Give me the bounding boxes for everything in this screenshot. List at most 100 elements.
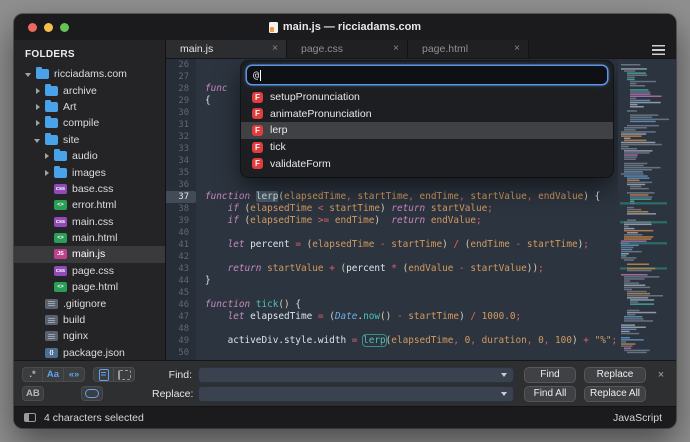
- code-line-50[interactable]: 50: [166, 347, 618, 359]
- code-area[interactable]: 262728func29{3031323334353637function le…: [166, 59, 618, 360]
- close-window-button[interactable]: [28, 23, 37, 32]
- chevron-down-icon[interactable]: [501, 392, 507, 396]
- sidebar-item-error-html[interactable]: <>error.html: [14, 197, 165, 213]
- code-line-40[interactable]: 40: [166, 227, 618, 239]
- config-icon: [45, 331, 58, 341]
- chevron-down-icon[interactable]: [34, 136, 42, 144]
- line-number: 28: [166, 83, 196, 95]
- line-number: 41: [166, 239, 196, 251]
- regex-toggle[interactable]: .*: [22, 367, 43, 382]
- line-number: 31: [166, 119, 196, 131]
- chevron-right-icon[interactable]: [43, 152, 51, 160]
- code-text: let elapsedTime = (Date.now() - startTim…: [196, 311, 521, 323]
- line-number: 36: [166, 179, 196, 191]
- code-line-49[interactable]: 49 activeDiv.style.width = lerp(elapsedT…: [166, 335, 618, 347]
- code-text: if (elapsedTime >= endTime) return endVa…: [196, 215, 482, 227]
- language-mode[interactable]: JavaScript: [613, 412, 662, 424]
- code-line-48[interactable]: 48: [166, 323, 618, 335]
- code-text: [196, 71, 205, 83]
- sidebar-item-gitignore[interactable]: .gitignore: [14, 295, 165, 311]
- code-line-44[interactable]: 44}: [166, 275, 618, 287]
- wrap-around-toggle[interactable]: [114, 367, 135, 382]
- code-line-46[interactable]: 46function tick() {: [166, 299, 618, 311]
- code-line-47[interactable]: 47 let elapsedTime = (Date.now() - start…: [166, 311, 618, 323]
- sidebar-item-main-js[interactable]: JSmain.js: [14, 246, 165, 262]
- sidebar-item-Art[interactable]: Art: [14, 99, 165, 115]
- autocomplete-item-validateForm[interactable]: FvalidateForm: [241, 155, 613, 172]
- sidebar-item-site[interactable]: site: [14, 132, 165, 148]
- sidebar-item-ricciadams-com[interactable]: ricciadams.com: [14, 66, 165, 82]
- sidebar-item-base-css[interactable]: cssbase.css: [14, 181, 165, 197]
- autocomplete-item-setupPronunciation[interactable]: FsetupPronunciation: [241, 89, 613, 106]
- sidebar-item-page-html[interactable]: <>page.html: [14, 279, 165, 295]
- code-line-36[interactable]: 36: [166, 179, 618, 191]
- close-tab-icon[interactable]: ×: [272, 44, 278, 54]
- chevron-down-icon[interactable]: [25, 70, 33, 78]
- close-findbar-icon[interactable]: ×: [654, 369, 668, 381]
- code-text: [196, 287, 205, 299]
- sidebar-item-audio[interactable]: audio: [14, 148, 165, 164]
- html-icon: <>: [54, 282, 67, 292]
- autocomplete-popup: @ FsetupPronunciationFanimatePronunciati…: [241, 61, 613, 177]
- function-icon: F: [252, 142, 263, 153]
- code-line-41[interactable]: 41 let percent = (elapsedTime - startTim…: [166, 239, 618, 251]
- autocomplete-input[interactable]: @: [247, 66, 607, 84]
- smart-quotes-toggle[interactable]: «»: [64, 367, 85, 382]
- tab-page-css[interactable]: page.css×: [287, 40, 408, 58]
- chevron-right-icon[interactable]: [34, 103, 42, 111]
- function-icon: F: [252, 92, 263, 103]
- whole-word-toggle[interactable]: AB: [22, 386, 44, 401]
- code-line-45[interactable]: 45: [166, 287, 618, 299]
- code-text: [196, 119, 205, 131]
- sidebar-item-build[interactable]: build: [14, 312, 165, 328]
- sidebar-item-main-css[interactable]: cssmain.css: [14, 214, 165, 230]
- replace-all-button[interactable]: Replace All: [584, 386, 646, 402]
- folder-icon: [36, 69, 49, 79]
- sidebar-item-compile[interactable]: compile: [14, 115, 165, 131]
- chevron-spacer: [34, 300, 42, 308]
- line-number: 39: [166, 215, 196, 227]
- code-line-43[interactable]: 43 return startValue + (percent * (endVa…: [166, 263, 618, 275]
- chevron-right-icon[interactable]: [34, 119, 42, 127]
- sidebar-item-main-html[interactable]: <>main.html: [14, 230, 165, 246]
- sidebar-item-label: build: [63, 314, 85, 326]
- chevron-right-icon[interactable]: [34, 87, 42, 95]
- close-tab-icon[interactable]: ×: [514, 44, 520, 54]
- chevron-right-icon[interactable]: [43, 169, 51, 177]
- replace-button[interactable]: Replace: [584, 367, 646, 383]
- find-input[interactable]: [198, 367, 514, 383]
- sidebar-item-nginx[interactable]: nginx: [14, 328, 165, 344]
- preserve-case-toggle[interactable]: [81, 386, 103, 401]
- match-case-toggle[interactable]: Aa: [43, 367, 64, 382]
- find-button[interactable]: Find: [524, 367, 576, 383]
- minimize-window-button[interactable]: [44, 23, 53, 32]
- autocomplete-item-animatePronunciation[interactable]: FanimatePronunciation: [241, 106, 613, 123]
- css-icon: css: [54, 217, 67, 227]
- line-number: 45: [166, 287, 196, 299]
- code-line-39[interactable]: 39 if (elapsedTime >= endTime) return en…: [166, 215, 618, 227]
- autocomplete-item-tick[interactable]: Ftick: [241, 139, 613, 156]
- status-bar: 4 characters selected JavaScript: [14, 406, 676, 428]
- code-line-37[interactable]: 37function lerp(elapsedTime, startTime, …: [166, 191, 618, 203]
- sidebar-item-page-css[interactable]: csspage.css: [14, 263, 165, 279]
- zoom-window-button[interactable]: [60, 23, 69, 32]
- code-line-38[interactable]: 38 if (elapsedTime < startTime) return s…: [166, 203, 618, 215]
- find-all-button[interactable]: Find All: [524, 386, 576, 402]
- autocomplete-item-lerp[interactable]: Flerp: [241, 122, 613, 139]
- replace-input[interactable]: [198, 386, 514, 402]
- tab-page-html[interactable]: page.html×: [408, 40, 529, 58]
- editor-pane-icon[interactable]: [24, 413, 36, 422]
- chevron-down-icon[interactable]: [501, 373, 507, 377]
- menu-icon[interactable]: [652, 45, 665, 55]
- title-bar[interactable]: main.js — ricciadams.com: [14, 14, 676, 40]
- line-number: 29: [166, 95, 196, 107]
- code-line-42[interactable]: 42: [166, 251, 618, 263]
- minimap[interactable]: [618, 59, 676, 360]
- sidebar-item-archive[interactable]: archive: [14, 82, 165, 98]
- line-number: 26: [166, 59, 196, 71]
- close-tab-icon[interactable]: ×: [393, 44, 399, 54]
- find-in-selection-toggle[interactable]: [93, 367, 114, 382]
- sidebar-item-images[interactable]: images: [14, 164, 165, 180]
- tab-main-js[interactable]: main.js×: [166, 40, 287, 58]
- sidebar-item-package-json[interactable]: {}package.json: [14, 345, 165, 360]
